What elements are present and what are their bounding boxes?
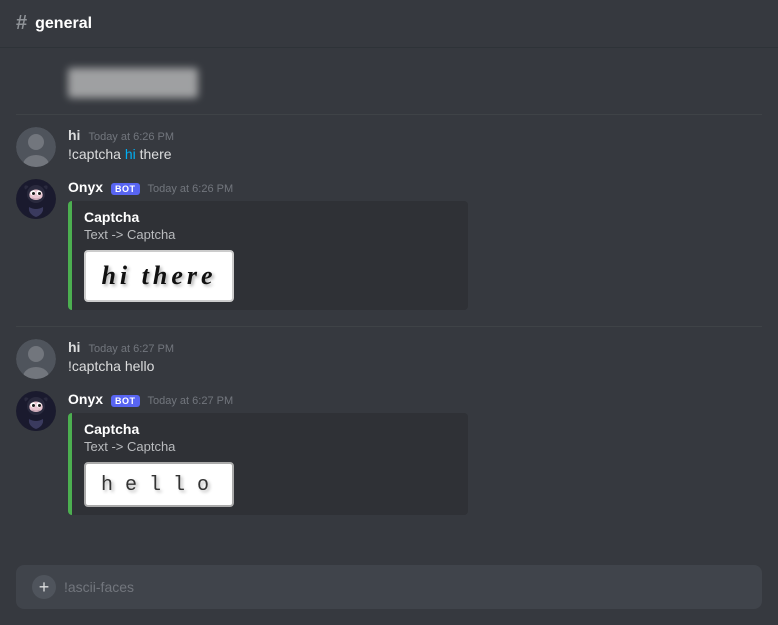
timestamp-onyx-2: Today at 6:27 PM [148,395,234,407]
user-avatar-svg-2 [16,339,56,379]
embed-desc-2: Text -> Captcha [84,439,456,454]
plus-icon: + [39,577,50,598]
embed-onyx-2: Captcha Text -> Captcha h e l l o [68,413,468,515]
hash-icon: # [16,12,27,35]
captcha-char-h: h [100,474,122,497]
username-onyx-1: Onyx [68,179,103,195]
message-content-onyx-2: Onyx BOT Today at 6:27 PM Captcha Text -… [68,391,762,515]
avatar-hi-2 [16,339,56,379]
message-header: hi Today at 6:26 PM [68,127,762,143]
captcha-image-2: h e l l o [84,462,234,507]
timestamp-hi-1: Today at 6:26 PM [88,131,174,143]
channel-header: # general [0,0,778,48]
username-hi-1: hi [68,127,80,143]
captcha-text-1: hi there [101,261,216,290]
captcha-char-e: e [124,474,146,497]
message-content-onyx-1: Onyx BOT Today at 6:26 PM Captcha Text -… [68,179,762,310]
embed-title-2: Captcha [84,421,456,437]
embed-title-1: Captcha [84,209,456,225]
username-onyx-2: Onyx [68,391,103,407]
message-group-hi-2: hi Today at 6:27 PM !captcha hello [0,335,778,383]
avatar-onyx-2 [16,391,56,431]
timestamp-hi-2: Today at 6:27 PM [88,343,174,355]
message-text-hi-2: !captcha hello [68,357,762,377]
captcha-char-o: o [196,474,218,497]
messages-container: hi Today at 6:26 PM !captcha hi there [0,48,778,565]
captcha-char-l1: l [148,474,170,497]
message-header-onyx-2: Onyx BOT Today at 6:27 PM [68,391,762,407]
message-group-hi-1: hi Today at 6:26 PM !captcha hi there [0,123,778,171]
username-hi-2: hi [68,339,80,355]
channel-title: general [35,15,92,33]
captcha-hello-chars: h e l l o [100,474,218,497]
bot-badge-1: BOT [111,183,140,195]
add-button[interactable]: + [32,575,56,599]
bot-badge-2: BOT [111,395,140,407]
embed-onyx-1: Captcha Text -> Captcha hi there [68,201,468,310]
captcha-image-1: hi there [84,250,234,302]
input-area: + [16,565,762,609]
captcha-char-l2: l [172,474,194,497]
highlight-hi: hi [125,146,136,162]
divider [16,114,762,115]
message-group-onyx-1: Onyx BOT Today at 6:26 PM Captcha Text -… [0,175,778,314]
embed-desc-1: Text -> Captcha [84,227,456,242]
blurred-content [68,68,198,98]
message-group [0,64,778,102]
avatar-onyx-1 [16,179,56,219]
message-group-onyx-2: Onyx BOT Today at 6:27 PM Captcha Text -… [0,387,778,519]
message-input[interactable] [64,579,746,595]
onyx-avatar-svg-1 [16,179,56,219]
message-content: hi Today at 6:26 PM !captcha hi there [68,127,762,167]
user-avatar-svg [16,127,56,167]
message-header-onyx-1: Onyx BOT Today at 6:26 PM [68,179,762,195]
onyx-avatar-svg-2 [16,391,56,431]
message-content-hi-2: hi Today at 6:27 PM !captcha hello [68,339,762,379]
avatar-hi-1 [16,127,56,167]
message-text-hi-1: !captcha hi there [68,145,762,165]
message-header-hi-2: hi Today at 6:27 PM [68,339,762,355]
divider-2 [16,326,762,327]
timestamp-onyx-1: Today at 6:26 PM [148,183,234,195]
